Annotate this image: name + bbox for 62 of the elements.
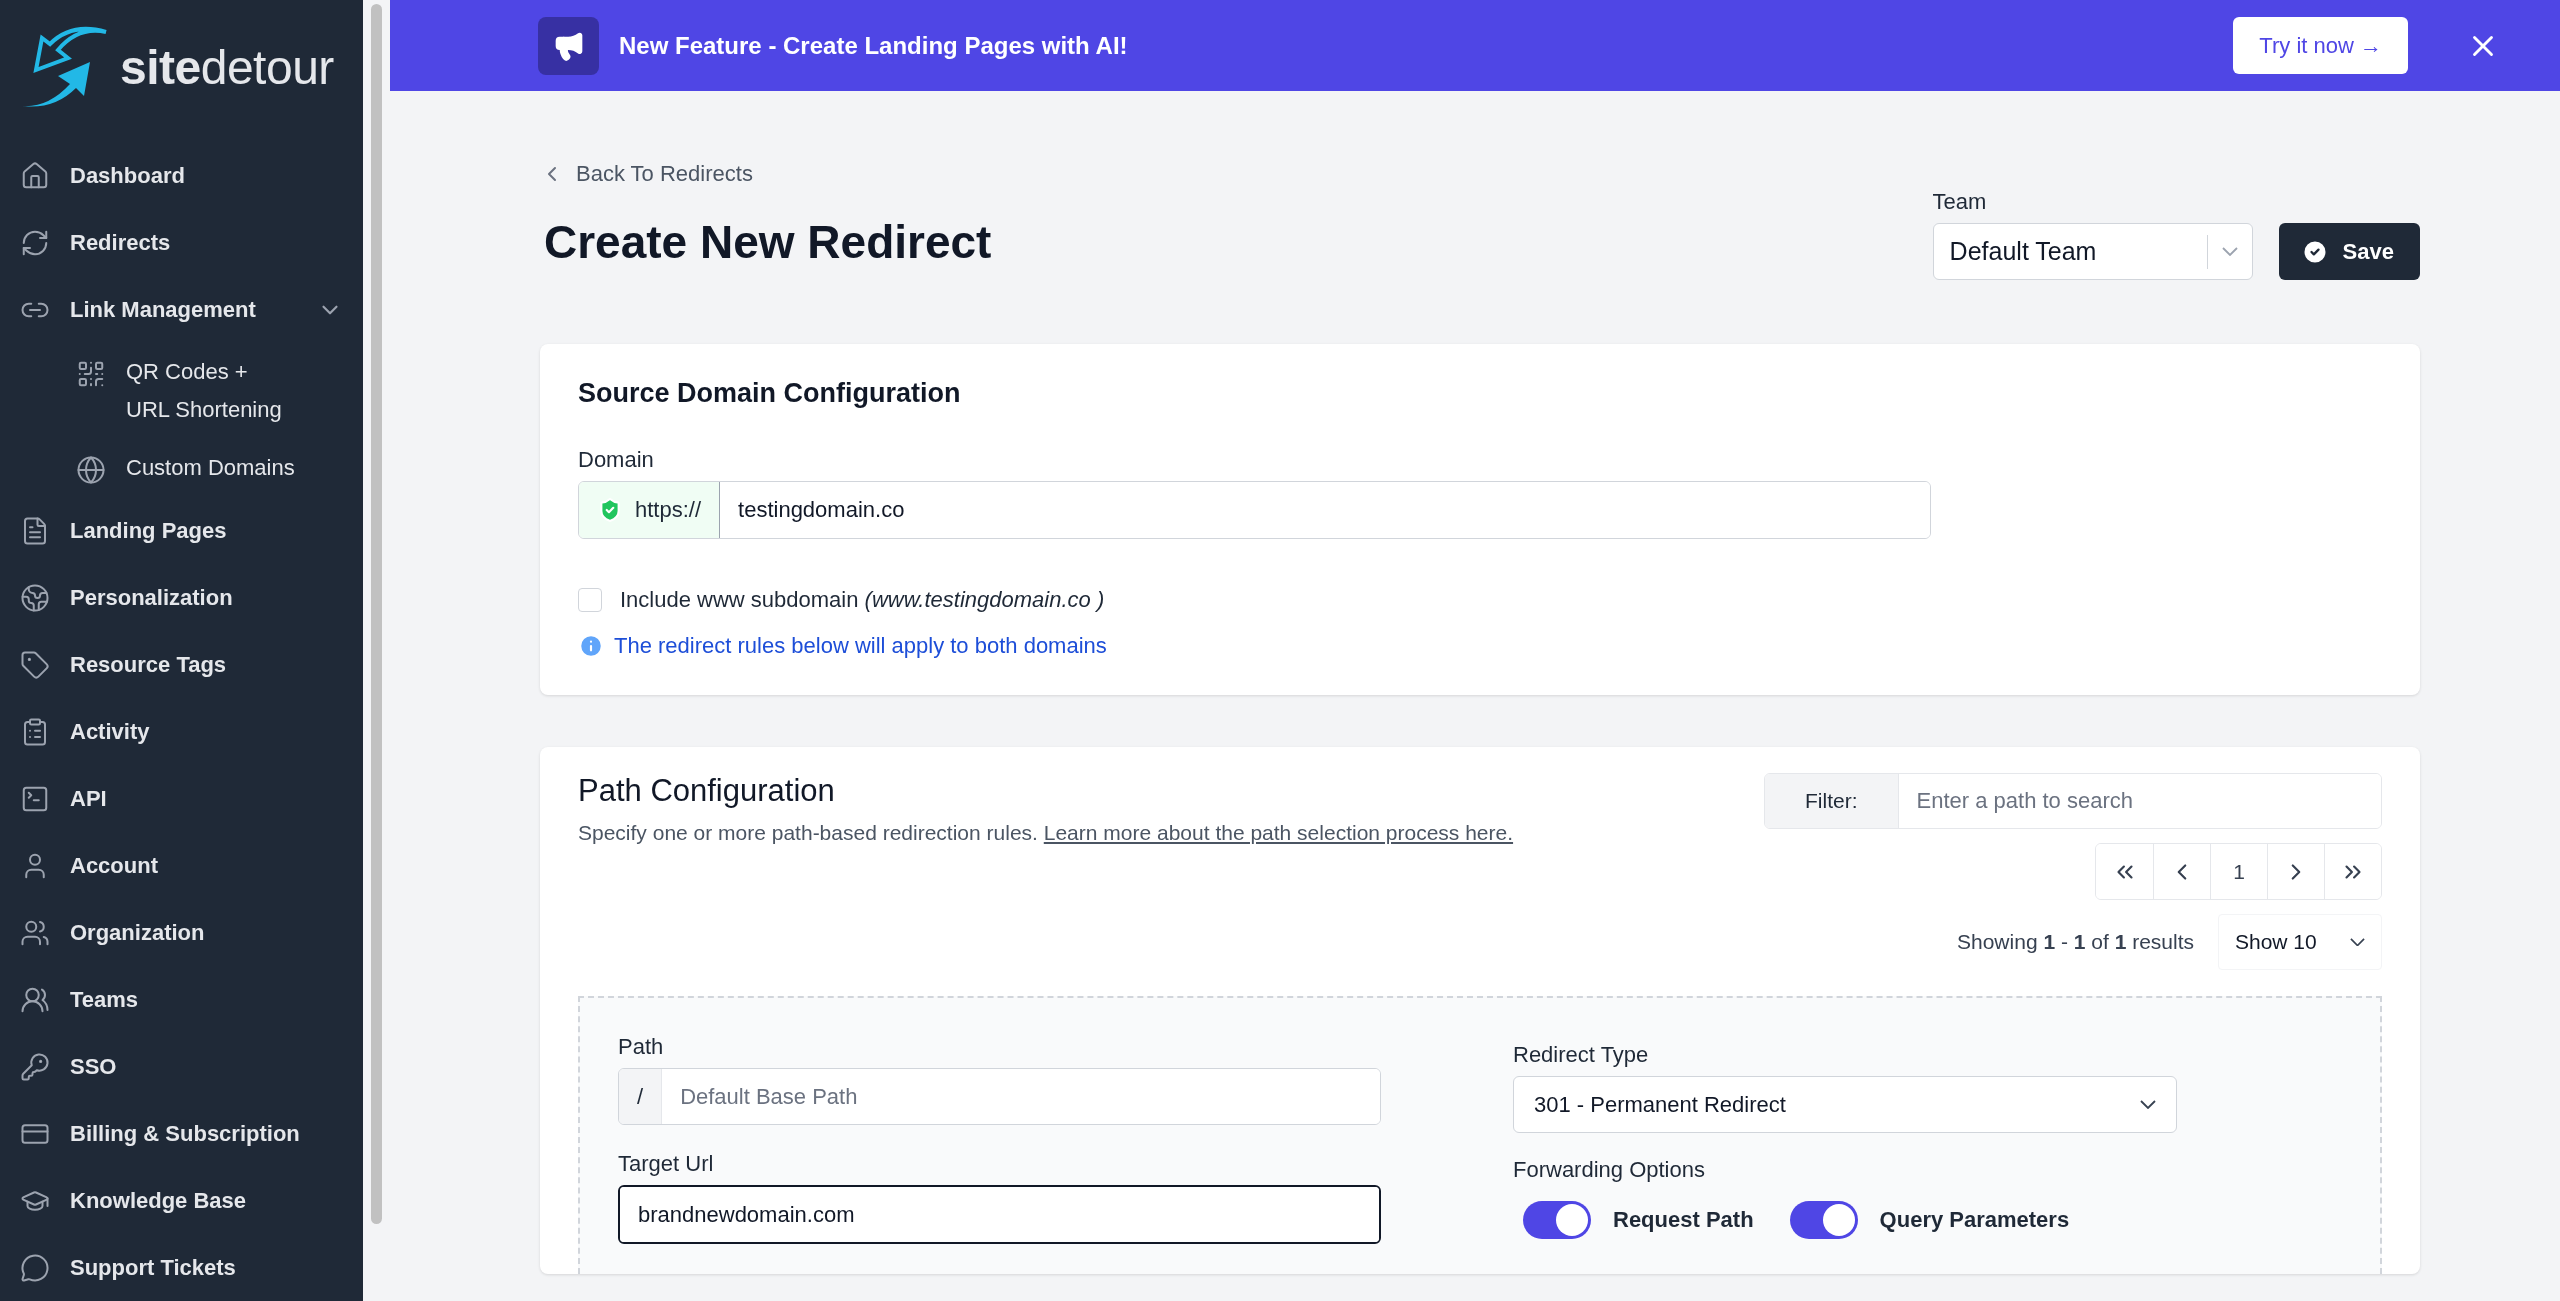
megaphone-icon <box>538 16 599 75</box>
sidebar-item[interactable]: Activity <box>0 698 363 765</box>
info-icon <box>578 633 604 659</box>
sidebar-item[interactable]: Resource Tags <box>0 631 363 698</box>
scrollbar-thumb[interactable] <box>371 4 382 1224</box>
chevron-down-icon <box>2221 247 2238 256</box>
qr-code-icon <box>76 359 106 389</box>
chat-icon <box>20 1252 50 1283</box>
home-icon <box>20 160 50 191</box>
include-www-checkbox[interactable]: Include www subdomain (www.testingdomain.co ) <box>578 587 2382 613</box>
sidebar-item[interactable]: Teams <box>0 966 363 1033</box>
forwarding-options-label: Forwarding Options <box>1513 1157 1706 1183</box>
toggle-label: Request Path <box>1613 1207 1754 1233</box>
path-label: Path <box>618 1034 665 1060</box>
sidebar-item[interactable]: Link Management <box>0 276 363 343</box>
sidebar-item[interactable]: Billing & Subscription <box>0 1100 363 1167</box>
filter-field[interactable]: Filter: Enter a path to search <box>1764 773 2382 829</box>
domain-field[interactable]: https:// testingdomain.co <box>578 481 1931 539</box>
toggle-label: Query Parameters <box>1879 1207 2070 1233</box>
chevron-down-icon <box>2350 937 2365 947</box>
banner-text: New Feature - Create Landing Pages with AI! <box>619 31 1129 60</box>
results-count: Showing 1 - 1 of 1 results <box>1957 930 2194 954</box>
card-title: Path Configuration <box>578 773 836 809</box>
info-text: The redirect rules below will apply to both domains <box>614 633 1107 659</box>
sidebar-item[interactable]: SSO <box>0 1033 363 1100</box>
last-page-button[interactable] <box>2324 844 2381 899</box>
save-button[interactable]: Save <box>2278 223 2420 280</box>
path-field[interactable]: / Default Base Path <box>618 1068 1381 1125</box>
sidebar-item[interactable]: Support Tickets <box>0 1234 363 1301</box>
chevron-down-icon <box>2140 1100 2156 1109</box>
learn-more-link[interactable]: Learn more about the path selection process here. <box>1043 821 1514 844</box>
tag-icon <box>20 649 50 680</box>
logo-text: sitedetour <box>120 39 334 95</box>
sidebar-item[interactable]: Redirects <box>0 209 363 276</box>
globe-icon <box>76 455 106 485</box>
sidebar-item[interactable]: Dashboard <box>0 142 363 209</box>
toggle-switch[interactable] <box>1789 1201 1858 1239</box>
sidebar-item[interactable]: Organization <box>0 899 363 966</box>
try-it-now-button[interactable]: Try it now → <box>2233 17 2408 74</box>
domain-label: Domain <box>578 447 655 473</box>
team-label: Team <box>1932 189 1988 215</box>
sidebar-item[interactable]: Account <box>0 832 363 899</box>
sidebar-item[interactable]: API <box>0 765 363 832</box>
page-title: Create New Redirect <box>544 215 992 269</box>
card-subtitle: Specify one or more path-based redirection rules. Learn more about the path selection process here. <box>578 821 1514 845</box>
sidebar-subitem[interactable]: QR Codes + URL Shortening <box>0 343 363 439</box>
sidebar-item[interactable]: Landing Pages <box>0 497 363 564</box>
globe-icon <box>20 582 50 613</box>
toggle-switch[interactable] <box>1523 1201 1591 1239</box>
sidebar-item[interactable]: Knowledge Base <box>0 1167 363 1234</box>
redirect-type-select[interactable]: 301 - Permanent Redirect <box>1513 1076 2177 1133</box>
back-link[interactable]: Back To Redirects <box>540 161 992 187</box>
sidebar-item[interactable]: Personalization <box>0 564 363 631</box>
target-url-field[interactable]: brandnewdomain.com <box>618 1185 1381 1244</box>
key-icon <box>20 1051 50 1082</box>
shield-check-icon <box>597 497 623 523</box>
page-size-select[interactable]: Show 10 <box>2218 914 2382 970</box>
sidebar-subitem[interactable]: Custom Domains <box>0 439 363 497</box>
team-select[interactable]: Default Team <box>1932 223 2253 280</box>
target-url-label: Target Url <box>618 1151 715 1177</box>
redirect-type-label: Redirect Type <box>1513 1042 1650 1068</box>
card-title: Source Domain Configuration <box>578 378 962 409</box>
